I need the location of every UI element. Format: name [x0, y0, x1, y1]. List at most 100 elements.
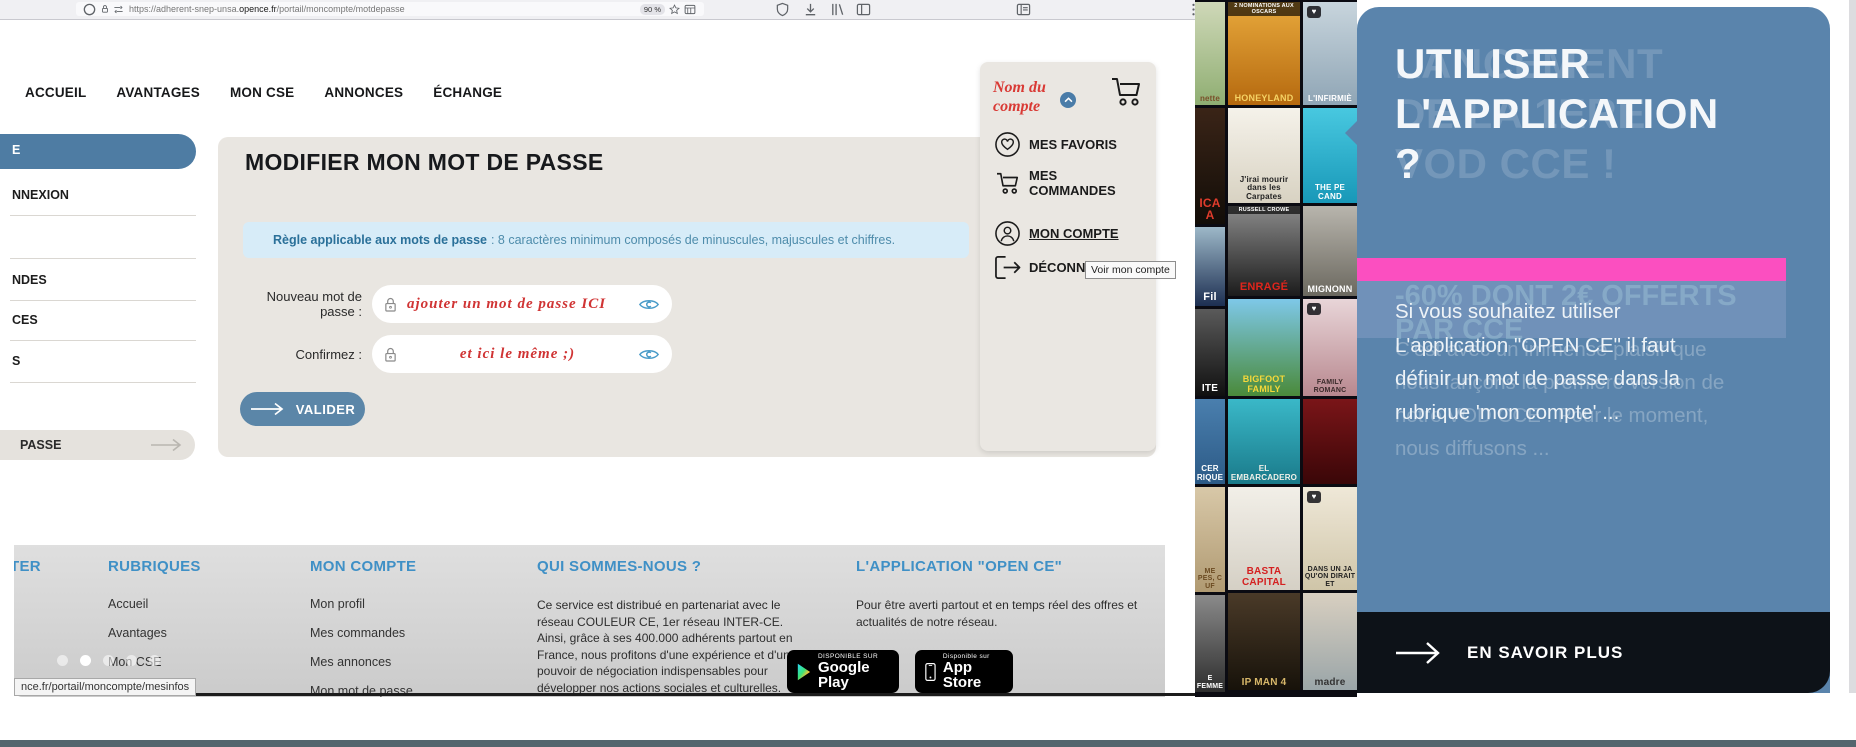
valider-button[interactable]: VALIDER [240, 392, 365, 426]
poster-title: ENRAGÉ [1239, 281, 1289, 294]
promo-title: UTILISER L'APPLICATION ? [1395, 40, 1719, 187]
sidebar-item-mot-de-passe[interactable]: PASSE [0, 430, 195, 460]
poster-title: ITE [1201, 382, 1219, 394]
new-password-input[interactable] [405, 294, 630, 314]
favorite-heart-icon[interactable]: ♥ [1307, 6, 1321, 18]
heart-circle-icon [995, 132, 1020, 157]
sidebar-toggle-icon[interactable] [856, 2, 871, 17]
movie-poster[interactable]: ITE [1195, 309, 1225, 396]
nav-item-mon-cse[interactable]: MON CSE [230, 85, 294, 100]
menu-item-favorites[interactable]: MES FAVORIS [994, 131, 1117, 158]
poster-title: ME PES, C UF [1197, 567, 1223, 590]
favorite-heart-icon[interactable]: ♥ [1307, 303, 1321, 315]
poster-column: nette ICA A Fil ITE CER RIQUE ME PES, C UF E F… [1195, 2, 1225, 695]
vod-promo-panel: LANCEMENT DE LA 1ERE VOD CCE ! UTILISER … [1357, 7, 1830, 693]
show-password-eye-icon[interactable] [638, 297, 660, 312]
movie-poster[interactable]: Fil [1195, 227, 1225, 306]
footer-link-accueil[interactable]: Accueil [108, 597, 201, 611]
menu-item-orders[interactable]: MES COMMANDES [994, 168, 1119, 198]
new-password-label: Nouveau mot de passe : [266, 289, 362, 319]
bookmark-star-icon[interactable] [669, 3, 680, 15]
movie-poster[interactable]: CER RIQUE [1195, 399, 1225, 484]
menu-item-my-account[interactable]: MON COMPTE [994, 220, 1119, 247]
account-menu-card: Nom du compte MES FAVORIS MES COMMANDES … [980, 62, 1156, 451]
footer-link-mes-annonces[interactable]: Mes annonces [310, 655, 416, 669]
vod-poster-strip: nette ICA A Fil ITE CER RIQUE ME PES, C UF E F… [1195, 0, 1357, 697]
sidebar-item-connexion[interactable]: NNEXION [12, 188, 69, 202]
google-play-badge[interactable]: DISPONIBLE SUR Google Play [787, 650, 899, 693]
url-text[interactable]: https://adherent-snep-unsa.opence.fr/por… [129, 4, 405, 14]
padlock-icon [385, 297, 396, 312]
poster-title: L'INFIRMIÈ [1308, 93, 1352, 103]
movie-poster[interactable]: ♥ DANS UN JA QU'ON DIRAIT ET [1303, 487, 1357, 590]
container-icon[interactable] [684, 4, 696, 15]
sidebar-item-avis[interactable]: S [12, 354, 20, 368]
divider [10, 258, 196, 259]
favorite-heart-icon[interactable]: ♥ [1307, 491, 1321, 503]
new-password-pill [372, 285, 672, 323]
cart-icon[interactable] [1108, 76, 1144, 108]
poster-band-text: RUSSELL CROWE [1228, 206, 1300, 214]
movie-poster[interactable]: EL EMBARCADERO [1228, 399, 1300, 484]
promo-body-text: Si vous souhaitez utiliser L'application… [1395, 300, 1680, 424]
movie-poster[interactable]: IP MAN 4 [1228, 593, 1300, 690]
movie-poster[interactable]: madre [1303, 593, 1357, 690]
movie-poster[interactable]: J'irai mourir dans les Carpates [1228, 108, 1300, 203]
movie-poster[interactable]: RUSSELL CROWE ENRAGÉ [1228, 206, 1300, 296]
tracking-shield-icon[interactable] [82, 2, 97, 17]
movie-poster[interactable]: ♥ FAMILY ROMANC [1303, 299, 1357, 396]
sidebar-item-active[interactable]: E [0, 134, 196, 169]
scrollbar-strip[interactable] [1849, 0, 1856, 693]
app-store-badge[interactable]: Disponible sur App Store [915, 650, 1013, 693]
movie-poster[interactable] [1303, 399, 1357, 484]
movie-poster[interactable]: ICA A [1195, 108, 1225, 224]
footer-link-mon-profil[interactable]: Mon profil [310, 597, 416, 611]
confirm-password-input[interactable] [405, 344, 630, 364]
protections-shield-icon[interactable] [775, 2, 790, 17]
nav-item-accueil[interactable]: ACCUEIL [25, 85, 86, 100]
address-bar[interactable]: https://adherent-snep-unsa.opence.fr/por… [76, 2, 704, 16]
carousel-dot[interactable] [80, 655, 91, 666]
permissions-icon[interactable] [113, 5, 124, 14]
movie-poster[interactable]: BASTA CAPITAL [1228, 487, 1300, 590]
download-icon[interactable] [803, 2, 818, 17]
movie-poster[interactable]: 2 NOMINATIONS AUX OSCARS HONEYLAND [1228, 2, 1300, 105]
library-icon[interactable] [830, 2, 845, 17]
carousel-dot[interactable] [149, 655, 160, 666]
carousel-dot[interactable] [57, 655, 68, 666]
nav-item-annonces[interactable]: ANNONCES [324, 85, 403, 100]
footer-link-avantages[interactable]: Avantages [108, 626, 201, 640]
chevron-up-icon[interactable] [1060, 92, 1076, 108]
movie-poster[interactable]: ♥ L'INFIRMIÈ [1303, 2, 1357, 105]
poster-title: IP MAN 4 [1241, 676, 1287, 688]
arrow-right-icon [1396, 641, 1440, 664]
divider [10, 300, 196, 301]
show-password-eye-icon[interactable] [638, 347, 660, 362]
promo-pink-bar [1357, 258, 1786, 281]
zoom-level-badge[interactable]: 90 % [639, 3, 665, 15]
browser-toolbar: https://adherent-snep-unsa.opence.fr/por… [0, 0, 1195, 20]
nav-item-echange[interactable]: ÉCHANGE [433, 85, 502, 100]
footer-col-app: L'APPLICATION "OPEN CE" Pour être averti… [856, 558, 1156, 630]
status-bar-link-preview: nce.fr/portail/moncompte/mesinfos [14, 678, 197, 696]
en-savoir-plus-button[interactable]: EN SAVOIR PLUS [1357, 612, 1830, 693]
movie-poster[interactable]: E FEMME [1195, 595, 1225, 692]
lock-icon[interactable] [100, 4, 110, 14]
movie-poster[interactable]: MIGNONN [1303, 206, 1357, 296]
cart-icon [997, 172, 1019, 194]
movie-poster[interactable]: BIGFOOT FAMILY [1228, 299, 1300, 396]
movie-poster[interactable]: ME PES, C UF [1195, 487, 1225, 592]
carousel-dot[interactable] [103, 655, 114, 666]
sidebar-item-commandes[interactable]: NDES [12, 273, 47, 287]
divider [10, 340, 196, 341]
voir-mon-compte-tooltip: Voir mon compte [1085, 261, 1176, 279]
sidebar-item-annonces[interactable]: CES [12, 313, 38, 327]
movie-poster[interactable]: nette [1195, 2, 1225, 105]
footer-contact-fragment[interactable]: TER [14, 558, 41, 575]
footer-link-mes-commandes[interactable]: Mes commandes [310, 626, 416, 640]
nav-item-avantages[interactable]: AVANTAGES [116, 85, 200, 100]
reader-view-icon[interactable] [1016, 2, 1031, 17]
poster-title: CER RIQUE [1196, 464, 1224, 482]
carousel-dot[interactable] [126, 655, 137, 666]
menu-item-logout[interactable]: DÉCONN [994, 255, 1085, 280]
